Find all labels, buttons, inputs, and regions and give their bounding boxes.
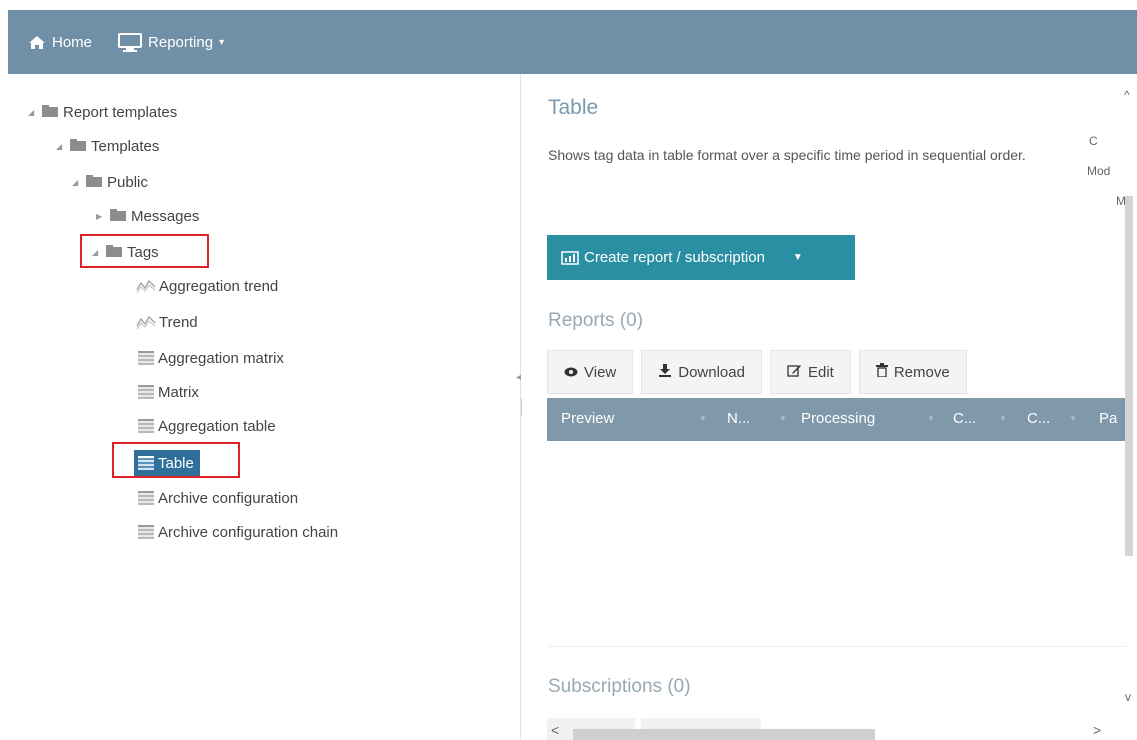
tree-node-messages[interactable]: ▶ Messages xyxy=(96,204,199,228)
report-icon xyxy=(561,250,579,265)
download-label: Download xyxy=(678,363,745,381)
vertical-scrollbar[interactable] xyxy=(1125,196,1133,556)
tree-node-report-templates[interactable]: ◢ Report templates xyxy=(28,100,177,124)
chevron-down-icon: ▾ xyxy=(219,36,225,48)
tree-node-label: Templates xyxy=(91,137,160,155)
scroll-right-icon[interactable]: > xyxy=(1093,722,1101,738)
edit-button[interactable]: Edit xyxy=(769,350,851,394)
tree-leaf-matrix[interactable]: Matrix xyxy=(138,380,199,404)
tree-leaf-label: Aggregation table xyxy=(158,417,276,435)
tree-leaf-aggregation-table[interactable]: Aggregation table xyxy=(138,414,276,438)
download-button[interactable]: Download xyxy=(641,350,762,394)
edit-icon xyxy=(787,363,802,381)
folder-icon xyxy=(86,175,102,187)
expand-triangle-icon[interactable]: ▶ xyxy=(96,212,110,221)
reports-section-title: Reports (0) xyxy=(548,310,644,331)
tree-leaf-label: Aggregation matrix xyxy=(158,349,284,367)
view-button[interactable]: View xyxy=(547,350,634,394)
column-header-c1[interactable]: C... xyxy=(953,410,976,427)
trend-icon xyxy=(136,279,156,294)
template-tree-panel: ◢ Report templates ◢ Templates ◢ Public … xyxy=(8,74,521,740)
create-report-subscription-button[interactable]: Create report / subscription ▼ xyxy=(547,235,855,280)
expand-triangle-icon[interactable]: ◢ xyxy=(28,108,42,117)
tree-leaf-label: Trend xyxy=(159,313,198,331)
trash-icon xyxy=(875,363,888,381)
table-icon xyxy=(138,491,154,505)
expand-triangle-icon[interactable]: ◢ xyxy=(56,142,70,151)
reporting-menu[interactable]: Reporting ▾ xyxy=(118,32,225,52)
tree-leaf-label: Aggregation trend xyxy=(159,277,279,295)
reports-toolbar: View Download Edit Remove xyxy=(547,350,967,394)
table-highlight-box xyxy=(112,442,240,478)
edit-label: Edit xyxy=(807,363,834,381)
sort-icon[interactable]: ▼ xyxy=(1069,414,1077,423)
reports-grid-header: Preview ▼ N... ▼ Processing ▼ C... ▼ C..… xyxy=(547,398,1127,441)
tree-node-label: Public xyxy=(107,173,148,191)
table-icon xyxy=(138,419,154,433)
view-label: View xyxy=(584,363,617,381)
scroll-up-icon[interactable]: ^ xyxy=(1124,88,1130,102)
tree-leaf-archive-configuration[interactable]: Archive configuration xyxy=(138,486,298,510)
tree-node-public[interactable]: ◢ Public xyxy=(72,170,148,194)
tree-leaf-aggregation-matrix[interactable]: Aggregation matrix xyxy=(138,346,284,370)
expand-triangle-icon[interactable]: ◢ xyxy=(72,178,86,187)
template-description: Shows tag data in table format over a sp… xyxy=(548,147,1026,163)
tree-leaf-trend[interactable]: Trend xyxy=(136,310,198,334)
table-icon xyxy=(138,351,154,365)
column-header-preview[interactable]: Preview xyxy=(561,410,614,427)
download-icon xyxy=(658,363,672,381)
meta-line: Mod xyxy=(1087,164,1111,178)
scroll-left-icon[interactable]: < xyxy=(551,722,559,738)
home-nav-link[interactable]: Home xyxy=(28,34,92,51)
template-detail-panel: Table Shows tag data in table format ove… xyxy=(521,74,1137,740)
folder-icon xyxy=(42,105,58,117)
create-button-label: Create report / subscription xyxy=(584,249,765,266)
column-header-name[interactable]: N... xyxy=(727,410,750,427)
sort-icon[interactable]: ▼ xyxy=(999,414,1007,423)
reports-grid-body xyxy=(547,441,1127,647)
table-icon xyxy=(138,385,154,399)
trend-icon xyxy=(136,315,156,330)
top-navigation-bar: Home Reporting ▾ xyxy=(8,10,1137,74)
remove-label: Remove xyxy=(893,363,950,381)
tree-node-label: Report templates xyxy=(63,103,178,121)
remove-button[interactable]: Remove xyxy=(858,350,967,394)
tree-leaf-aggregation-trend[interactable]: Aggregation trend xyxy=(136,274,278,298)
sort-icon[interactable]: ▼ xyxy=(699,414,707,423)
table-icon xyxy=(138,525,154,539)
home-icon xyxy=(29,35,45,49)
horizontal-scrollbar[interactable] xyxy=(573,729,875,740)
subscriptions-section-title: Subscriptions (0) xyxy=(548,676,691,697)
tree-leaf-archive-configuration-chain[interactable]: Archive configuration chain xyxy=(138,520,338,544)
tree-node-label: Messages xyxy=(131,207,200,225)
sort-icon[interactable]: ▼ xyxy=(927,414,935,423)
meta-line: C xyxy=(1089,134,1098,148)
column-header-c2[interactable]: C... xyxy=(1027,410,1050,427)
page-title: Table xyxy=(548,96,599,119)
scroll-down-icon[interactable]: v xyxy=(1125,690,1131,704)
monitor-icon xyxy=(118,32,143,52)
tags-highlight-box xyxy=(80,234,209,268)
tree-leaf-label: Archive configuration chain xyxy=(158,523,339,541)
home-label: Home xyxy=(52,33,93,51)
column-header-processing[interactable]: Processing xyxy=(801,410,875,427)
tree-leaf-label: Archive configuration xyxy=(158,489,299,507)
reporting-label: Reporting xyxy=(148,33,214,51)
column-header-pa[interactable]: Pa xyxy=(1099,410,1117,427)
tree-leaf-label: Matrix xyxy=(158,383,199,401)
folder-icon xyxy=(70,139,86,151)
folder-icon xyxy=(110,209,126,221)
sort-icon[interactable]: ▼ xyxy=(779,414,787,423)
chevron-down-icon[interactable]: ▼ xyxy=(793,252,803,263)
tree-node-templates[interactable]: ◢ Templates xyxy=(56,134,159,158)
eye-icon xyxy=(564,364,578,381)
